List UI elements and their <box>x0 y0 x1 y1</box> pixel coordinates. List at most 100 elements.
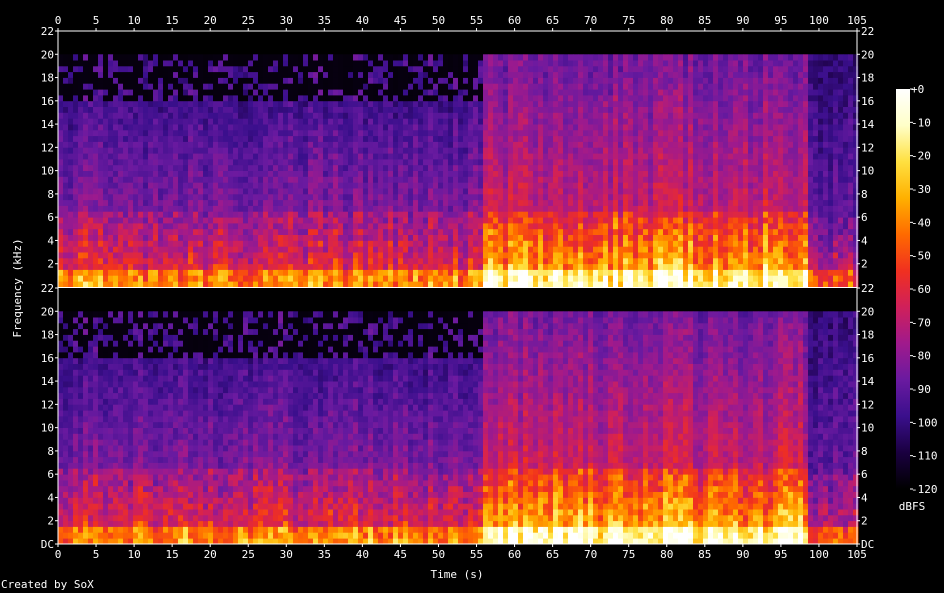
spectrogram-cell <box>373 188 379 195</box>
spectrogram-cell <box>368 199 374 206</box>
spectrogram-cell <box>508 100 514 107</box>
spectrogram-cell <box>428 228 434 235</box>
spectrogram-cell <box>393 124 399 131</box>
spectrogram-cell <box>223 83 229 90</box>
spectrogram-cell <box>108 269 114 276</box>
spectrogram-cell <box>543 199 549 206</box>
spectrogram-cell <box>78 100 84 107</box>
spectrogram-cell <box>143 164 149 171</box>
spectrogram-cell <box>488 193 494 201</box>
spectrogram-cell <box>118 263 124 270</box>
spectrogram-cell <box>478 65 484 73</box>
spectrogram-cell <box>348 95 354 102</box>
spectrogram-cell <box>508 83 514 90</box>
spectrogram-cell <box>273 193 279 201</box>
spectrogram-cell <box>228 281 234 288</box>
spectrogram-cell <box>268 211 274 218</box>
spectrogram-cell <box>203 118 209 125</box>
spectrogram-cell <box>603 164 609 171</box>
spectrogram-cell <box>648 199 654 206</box>
spectrogram-cell <box>263 147 269 154</box>
spectrogram-cell <box>638 263 644 270</box>
spectrogram-cell <box>248 188 254 195</box>
spectrogram-cell <box>608 281 614 288</box>
spectrogram-cell <box>253 153 259 160</box>
spectrogram-cell <box>318 89 324 96</box>
spectrogram-cell <box>148 112 154 119</box>
spectrogram-cell <box>438 65 444 73</box>
spectrogram-cell <box>163 118 169 125</box>
spectrogram-cell <box>348 135 354 142</box>
spectrogram-cell <box>238 124 244 131</box>
spectrogram-cell <box>63 124 69 131</box>
spectrogram-cell <box>633 188 639 195</box>
spectrogram-cell <box>258 193 264 201</box>
spectrogram-cell <box>88 228 94 235</box>
spectrogram-cell <box>338 83 344 90</box>
spectrogram-cell <box>113 95 119 102</box>
spectrogram-cell <box>473 95 479 102</box>
spectrogram-cell <box>473 228 479 235</box>
spectrogram-cell <box>603 281 609 288</box>
spectrogram-cell <box>283 257 289 265</box>
spectrogram-cell <box>383 135 389 142</box>
spectrogram-cell <box>88 106 94 113</box>
spectrogram-cell <box>468 83 474 90</box>
spectrogram-cell <box>98 65 104 73</box>
spectrogram-cell <box>443 89 449 96</box>
spectrogram-cell <box>398 188 404 195</box>
spectrogram-cell <box>258 89 264 96</box>
spectrogram-cell <box>338 71 344 78</box>
spectrogram-cell <box>348 193 354 201</box>
spectrogram-cell <box>488 246 494 253</box>
spectrogram-cell <box>133 193 139 201</box>
spectrogram-cell <box>233 106 239 113</box>
spectrogram-cell <box>573 164 579 171</box>
spectrogram-cell <box>263 135 269 142</box>
spectrogram-cell <box>293 71 299 78</box>
spectrogram-cell <box>433 124 439 131</box>
spectrogram-cell <box>68 199 74 206</box>
spectrogram-cell <box>243 100 249 107</box>
spectrogram-cell <box>213 54 219 61</box>
spectrogram-cell <box>348 182 354 189</box>
spectrogram-cell <box>433 54 439 61</box>
spectrogram-cell <box>548 275 554 282</box>
spectrogram-cell <box>623 223 629 230</box>
spectrogram-cell <box>423 228 429 235</box>
spectrogram-cell <box>543 193 549 201</box>
spectrogram-cell <box>78 211 84 218</box>
spectrogram-cell <box>308 211 314 218</box>
spectrogram-cell <box>133 106 139 113</box>
spectrogram-cell <box>333 65 339 73</box>
spectrogram-column <box>163 54 169 288</box>
spectrogram-cell <box>138 60 144 67</box>
spectrogram-cell <box>123 54 129 61</box>
spectrogram-cell <box>93 159 99 166</box>
spectrogram-cell <box>133 112 139 119</box>
spectrogram-cell <box>458 129 464 137</box>
spectrogram-cell <box>543 234 549 241</box>
spectrogram-cell <box>468 65 474 73</box>
spectrogram-cell <box>98 54 104 61</box>
spectrogram-cell <box>383 263 389 270</box>
spectrogram-cell <box>558 269 564 276</box>
spectrogram-cell <box>148 205 154 212</box>
spectrogram-cell <box>128 176 134 183</box>
spectrogram-cell <box>298 234 304 241</box>
spectrogram-cell <box>148 217 154 224</box>
spectrogram-cell <box>238 176 244 183</box>
spectrogram-cell <box>493 95 499 102</box>
spectrogram-cell <box>318 188 324 195</box>
spectrogram-cell <box>378 141 384 148</box>
spectrogram-cell <box>168 223 174 230</box>
spectrogram-cell <box>68 124 74 131</box>
spectrogram-cell <box>473 211 479 218</box>
spectrogram-cell <box>198 275 204 282</box>
spectrogram-cell <box>543 246 549 253</box>
spectrogram-cell <box>528 60 534 67</box>
spectrogram-cell <box>588 106 594 113</box>
spectrogram-cell <box>403 217 409 224</box>
spectrogram-cell <box>183 77 189 84</box>
spectrogram-cell <box>348 269 354 276</box>
